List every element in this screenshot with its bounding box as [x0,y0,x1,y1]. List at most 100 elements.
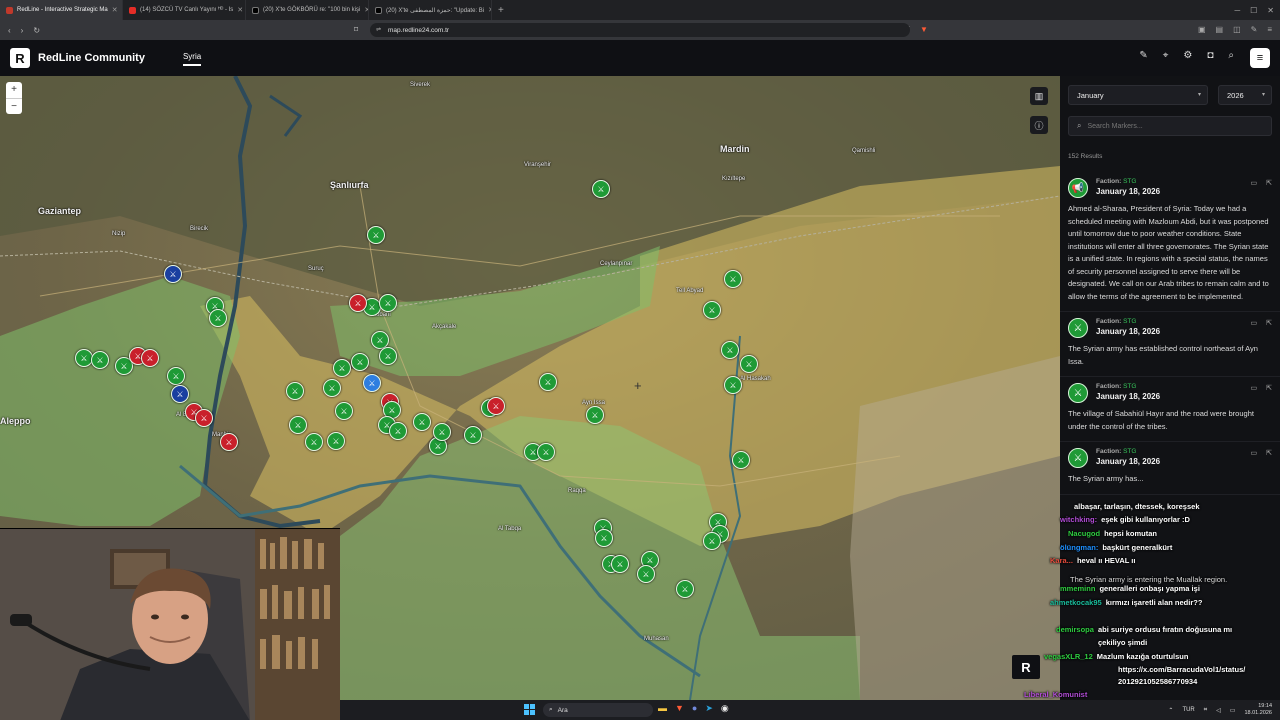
map-marker-icon[interactable]: ⚔ [286,382,304,400]
map-marker-icon[interactable]: ⚔ [289,416,307,434]
clock[interactable]: 19:14 18.01.2026 [1244,703,1272,717]
map-marker-icon[interactable]: ⚔ [721,341,739,359]
telegram-icon[interactable]: ➤ [705,703,713,714]
close-window-icon[interactable]: ✕ [1267,6,1274,15]
external-link-icon[interactable]: ⇱ [1266,319,1272,327]
map-marker-icon[interactable]: ⚔ [305,433,323,451]
info-button[interactable]: ⓘ [1030,116,1048,134]
language-indicator[interactable]: TUR [1182,707,1194,713]
tray-chevron-icon[interactable]: ⌃ [1168,707,1173,714]
video-icon[interactable]: ▭ [1251,179,1258,187]
map-marker-icon[interactable]: ⚔ [195,409,213,427]
map-marker-icon[interactable]: ⚔ [676,580,694,598]
map-marker-icon[interactable]: ⚔ [167,367,185,385]
year-select[interactable]: 2026 ▾ [1218,85,1272,105]
battery-icon[interactable]: ▭ [1230,707,1236,714]
list-item[interactable]: ⚔ Faction: STG January 18, 2026 ▭ ⇱ The S… [1060,442,1280,495]
redline-logo[interactable]: R [10,48,30,68]
map-marker-icon[interactable]: ⚔ [171,385,189,403]
map-marker-icon[interactable]: ⚔ [413,413,431,431]
brave-browser-icon[interactable]: ▼ [675,703,684,714]
external-link-icon[interactable]: ⇱ [1266,449,1272,457]
map-marker-icon[interactable]: ⚔ [637,565,655,583]
map-marker-icon[interactable]: ⚔ [220,433,238,451]
marker-icon[interactable]: ⌖ [1163,50,1169,61]
taskbar-search[interactable]: ⌕ Ara [543,703,653,717]
tab-syria[interactable]: Syria [182,50,202,66]
leo-icon[interactable]: ✎ [1251,25,1258,36]
map-marker-icon[interactable]: ⚔ [703,301,721,319]
back-icon[interactable]: ‹ [8,26,11,35]
brand-name[interactable]: RedLine Community [38,52,145,64]
network-icon[interactable]: ⌗ [1204,707,1207,714]
map-marker-icon[interactable]: ⚔ [539,373,557,391]
volume-icon[interactable]: ◁ [1216,707,1221,714]
zoom-in-button[interactable]: + [6,82,22,98]
wallet-icon[interactable]: ◫ [1233,25,1241,36]
map-marker-icon[interactable]: ⚔ [537,443,555,461]
map-marker-icon[interactable]: ⚔ [379,347,397,365]
month-select[interactable]: January ▾ [1068,85,1208,105]
browser-tab[interactable]: (20) X'te GÖKBÖRÜ re: "100 bin kişi ✕ [246,0,369,20]
map-marker-icon[interactable]: ⚔ [611,555,629,573]
menu-button[interactable]: ≡ [1250,48,1270,68]
browser-tab[interactable]: (20) X'te حمزة المصطفى: "Update: Bi ✕ [369,0,492,20]
map-marker-icon[interactable]: ⚔ [141,349,159,367]
browser-tab[interactable]: (14) SÖZCÜ TV Canlı Yayını ᴴᴰ - Is ✕ [123,0,246,20]
list-item[interactable]: ⚔ Faction: STG January 18, 2026 ▭ ⇱ The S… [1060,312,1280,377]
map-marker-icon[interactable]: ⚔ [433,423,451,441]
discord-icon[interactable]: ● [692,703,697,714]
map-marker-icon[interactable]: ⚔ [464,426,482,444]
map-marker-icon[interactable]: ⚔ [351,353,369,371]
obs-icon[interactable]: ◉ [721,703,729,714]
minimize-icon[interactable]: ─ [1234,6,1240,15]
close-icon[interactable]: ✕ [237,6,243,14]
map-marker-icon[interactable]: ⚔ [586,406,604,424]
map-marker-icon[interactable]: ⚔ [703,532,721,550]
address-bar[interactable]: ⇌ map.redline24.com.tr [370,23,910,37]
map-marker-icon[interactable]: ⚔ [209,309,227,327]
reload-icon[interactable]: ↻ [33,26,40,35]
shield-icon[interactable]: ▼ [920,25,928,36]
map-marker-icon[interactable]: ⚔ [389,422,407,440]
map-marker-icon[interactable]: ⚔ [724,376,742,394]
map-marker-icon[interactable]: ⚔ [732,451,750,469]
map-marker-icon[interactable]: ⚔ [327,432,345,450]
map-marker-icon[interactable]: ⚔ [379,294,397,312]
camera-icon[interactable]: ◘ [1207,50,1213,61]
video-icon[interactable]: ▭ [1251,319,1258,327]
video-icon[interactable]: ▭ [1251,384,1258,392]
browser-menu-icon[interactable]: ≡ [1267,25,1272,36]
video-icon[interactable]: ▭ [1251,449,1258,457]
extensions-icon[interactable]: ▣ [1198,25,1206,36]
list-item[interactable]: ⚔ Faction: STG January 18, 2026 ▭ ⇱ The v… [1060,377,1280,442]
map-marker-icon[interactable]: ⚔ [487,397,505,415]
search-icon[interactable]: ⌕ [1228,50,1234,61]
close-icon[interactable]: ✕ [112,6,118,14]
map-marker-icon[interactable]: ⚔ [323,379,341,397]
new-tab-icon[interactable]: + [492,5,510,16]
draw-tool-icon[interactable]: ✎ [1139,50,1147,61]
map-marker-icon[interactable]: ⚔ [740,355,758,373]
map-marker-icon[interactable]: ⚔ [164,265,182,283]
map-marker-icon[interactable]: ⚔ [595,529,613,547]
file-explorer-icon[interactable]: ▬ [658,703,667,714]
site-info-icon[interactable]: ⇌ [376,26,381,33]
settings-icon[interactable]: ⚙ [1183,50,1192,61]
map-marker-icon[interactable]: ⚔ [91,351,109,369]
map-marker-icon[interactable]: ⚔ [724,270,742,288]
browser-tab[interactable]: RedLine - Interactive Strategic Ma ✕ [0,0,123,20]
map-marker-icon[interactable]: ⚔ [335,402,353,420]
search-input[interactable]: ⌕ Search Markers... [1068,116,1272,136]
maximize-icon[interactable]: ☐ [1250,6,1257,15]
forward-icon[interactable]: › [21,26,24,35]
map-marker-icon[interactable]: ⚔ [349,294,367,312]
sidebar-icon[interactable]: ▤ [1216,25,1224,36]
external-link-icon[interactable]: ⇱ [1266,179,1272,187]
map-marker-icon[interactable]: ⚔ [592,180,610,198]
map-marker-icon[interactable]: ⚔ [367,226,385,244]
map-marker-icon[interactable]: ⚔ [333,359,351,377]
external-link-icon[interactable]: ⇱ [1266,384,1272,392]
bookmark-icon[interactable]: ⌑ [354,25,358,34]
windows-start-icon[interactable] [524,704,535,715]
